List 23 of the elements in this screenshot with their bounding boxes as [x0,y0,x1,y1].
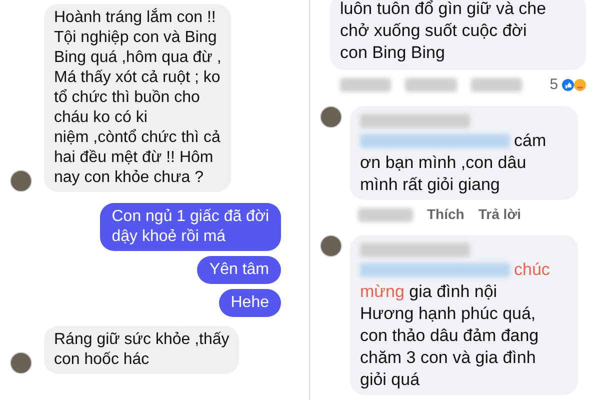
reaction-count: 5 [550,74,558,95]
message-bubble: Hoành tráng lắm con !! Tội nghiệp con và Bing Bing quá ,hôm qua đừ , Má thấy xót cả ruột ; ko tổ chức thì buồn cho cháu ko có ki niệm ,còntổ chức thì cả hai đều mệt đừ !! Hôm nay con khỏe chưa ? [44,4,232,192]
comment-text: ơn bạn mình ,con dâu mình rất giỏi giang [360,152,528,196]
blurred-text [340,78,392,92]
message-bubble: Con ngủ 1 giấc đã đời dậy khoẻ rồi má [100,203,281,251]
comment-text: chúc [514,259,550,281]
avatar [10,352,32,374]
comment-action-link[interactable]: Thích [427,204,464,225]
care-emoji-icon [574,78,586,92]
avatar [320,235,342,257]
comment-text: cám [514,130,546,152]
message-bubble: Yên tâm [197,256,281,284]
comment-text: mừng gia đình nội Hương hạnh phúc quá, con thảo dâu đảm đang chăm 3 con và gia đình giỏi quá [360,281,540,391]
blurred-text [405,78,456,92]
comment-bubble: luôn tuôn đổ gìn giữ và che chở xuống suốt cuộc đời con Bing Bing [330,0,586,70]
message-bubble: Hehe [218,289,281,317]
comment-action-link[interactable]: Trả lời [478,204,521,225]
avatar [320,106,342,128]
like-icon [562,78,574,92]
message-bubble: Ráng giữ sức khỏe ,thấy con hoốc hác [44,326,240,374]
avatar [10,170,32,192]
blurred-text [358,208,413,222]
blurred-text [470,78,522,92]
